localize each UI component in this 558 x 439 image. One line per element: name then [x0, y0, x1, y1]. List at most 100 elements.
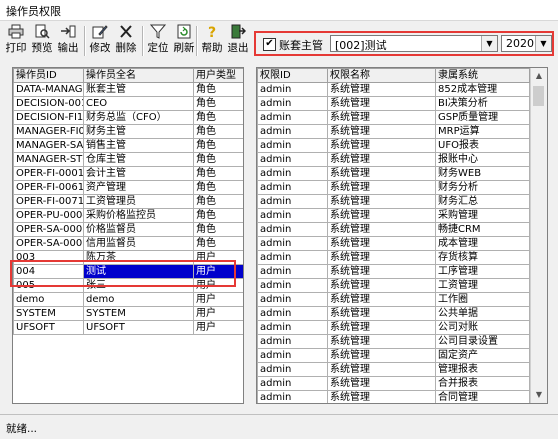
operator-grid[interactable]: 操作员ID 操作员全名 用户类型 DATA-MANAGER账套主管角色DECIS… [12, 67, 244, 404]
table-cell: 系统管理 [327, 306, 436, 321]
table-cell: admin [257, 138, 328, 153]
svg-text:?: ? [208, 25, 216, 39]
table-row[interactable]: OPER-SA-0002 价格监督员 角色 [13, 222, 243, 237]
print-button[interactable]: 打印 [3, 24, 29, 58]
table-cell: demo [83, 292, 194, 307]
scroll-up-icon[interactable]: ▲ [531, 68, 547, 84]
table-cell: admin [257, 124, 328, 139]
table-cell: 系统管理 [327, 152, 436, 167]
table-row[interactable]: MANAGER-ST01仓库主管角色 [13, 152, 243, 167]
table-row[interactable]: admin 系统管理 工作圈 [257, 292, 530, 307]
table-row[interactable]: DECISION-001 CEO 角色 [13, 96, 243, 111]
chevron-down-icon[interactable]: ▼ [481, 36, 497, 51]
table-cell: 公共单据 [435, 306, 530, 321]
year-combo[interactable]: 2020 ▼ [501, 35, 552, 52]
table-row[interactable]: OPER-FI-0001 会计主管 角色 [13, 166, 243, 181]
table-row[interactable]: admin 系统管理 工序管理 [257, 264, 530, 279]
locate-button[interactable]: 定位 [145, 24, 171, 58]
table-row[interactable]: MANAGER-FI01财务主管角色 [13, 124, 243, 139]
table-cell: 系统管理 [327, 376, 436, 391]
help-button[interactable]: ? 帮助 [199, 24, 225, 58]
table-row[interactable]: admin 系统管理 MRP运算 [257, 124, 530, 139]
table-row[interactable]: admin 系统管理 固定资产 [257, 348, 530, 363]
table-cell: 角色 [193, 208, 243, 223]
table-row[interactable]: admin 系统管理 成本管理 [257, 236, 530, 251]
table-cell: 用户 [193, 264, 243, 279]
table-cell: admin [257, 110, 328, 125]
table-row[interactable]: admin 系统管理 财务分析 [257, 180, 530, 195]
table-row[interactable]: OPER-SA-0003 信用监督员 角色 [13, 236, 243, 251]
table-cell: 系统管理 [327, 222, 436, 237]
table-row[interactable]: demo demo 用户 [13, 292, 243, 307]
table-row[interactable]: OPER-FI-0071 工资管理员 角色 [13, 194, 243, 209]
table-row[interactable]: admin 系统管理 管理报表 [257, 362, 530, 377]
table-row[interactable]: UFSOFT UFSOFT 用户 [13, 320, 243, 335]
table-row[interactable]: admin 系统管理 报账中心 [257, 152, 530, 167]
table-row[interactable]: admin 系统管理 公司对账 [257, 320, 530, 335]
chevron-down-icon[interactable]: ▼ [535, 36, 551, 51]
toolbar-separator [196, 26, 198, 56]
table-cell: SYSTEM [83, 306, 194, 321]
table-cell: 财务分析 [435, 180, 530, 195]
export-button[interactable]: 输出 [55, 24, 81, 58]
table-cell: 系统管理 [327, 166, 436, 181]
table-row[interactable]: admin 系统管理 公共单据 [257, 306, 530, 321]
table-cell: MANAGER-SA01 [13, 138, 84, 153]
refresh-icon [177, 24, 191, 39]
table-row[interactable]: admin 系统管理 合并报表 [257, 376, 530, 391]
table-row[interactable]: 003 陈万茶 用户 [13, 250, 243, 265]
table-row[interactable]: admin 系统管理 财务WEB [257, 166, 530, 181]
table-cell: admin [257, 362, 328, 377]
table-row[interactable]: admin 系统管理 工资管理 [257, 278, 530, 293]
account-combo[interactable]: [002]测试 ▼ [330, 35, 498, 52]
table-row[interactable]: DATA-MANAGER账套主管角色 [13, 82, 243, 97]
table-row[interactable]: admin 系统管理 畅捷CRM [257, 222, 530, 237]
table-row[interactable]: OPER-PU-0004 采购价格监控员 角色 [13, 208, 243, 223]
table-cell: MANAGER-ST01 [13, 152, 84, 167]
table-row[interactable]: admin 系统管理 财务汇总 [257, 194, 530, 209]
column-header[interactable]: 用户类型 [193, 68, 243, 83]
edit-button[interactable]: 修改 [87, 24, 113, 58]
preview-button[interactable]: 预览 [29, 24, 55, 58]
table-cell: UFSOFT [83, 320, 194, 335]
table-cell: 销售主管 [83, 138, 194, 153]
table-cell: 财务总监（CFO） [83, 110, 194, 125]
table-row[interactable]: admin 系统管理 公司目录设置 [257, 334, 530, 349]
table-cell: 报账中心 [435, 152, 530, 167]
table-cell: OPER-SA-0003 [13, 236, 84, 251]
table-row[interactable]: MANAGER-SA01销售主管角色 [13, 138, 243, 153]
delete-button[interactable]: 删除 [113, 24, 139, 58]
column-header[interactable]: 权限ID [257, 68, 328, 83]
column-header[interactable]: 隶属系统 [435, 68, 530, 83]
table-row[interactable]: 005 张三 用户 [13, 278, 243, 293]
table-row[interactable]: DECISION-FI1 财务总监（CFO） 角色 [13, 110, 243, 125]
table-row[interactable]: admin 系统管理 BI决策分析 [257, 96, 530, 111]
scroll-down-icon[interactable]: ▼ [531, 387, 547, 403]
table-row[interactable]: admin 系统管理 GSP质量管理 [257, 110, 530, 125]
table-row[interactable]: admin 系统管理 采购管理 [257, 208, 530, 223]
column-header[interactable]: 权限名称 [327, 68, 436, 83]
window-title: 操作员权限 [6, 5, 61, 18]
table-row[interactable]: admin 系统管理 合同管理 [257, 390, 530, 403]
refresh-button[interactable]: 刷新 [171, 24, 197, 58]
table-row[interactable]: admin 系统管理 852成本管理 [257, 82, 530, 97]
table-cell: 角色 [193, 222, 243, 237]
table-cell: 系统管理 [327, 124, 436, 139]
table-row[interactable]: 004 测试 用户 [13, 264, 243, 279]
table-row[interactable]: SYSTEM SYSTEM 用户 [13, 306, 243, 321]
permission-grid[interactable]: 权限ID 权限名称 隶属系统 admin 系统管理 852成本管理 admin 系统管理… [256, 67, 548, 404]
table-cell: admin [257, 320, 328, 335]
table-row[interactable]: OPER-FI-0061 资产管理 角色 [13, 180, 243, 195]
table-cell: 测试 [83, 264, 194, 279]
vertical-scrollbar[interactable]: ▲ ▼ [530, 68, 547, 403]
filter-icon [150, 24, 166, 39]
column-header[interactable]: 操作员ID [13, 68, 84, 83]
account-manager-checkbox[interactable]: ✔ [263, 38, 276, 51]
column-header[interactable]: 操作员全名 [83, 68, 194, 83]
table-cell: 角色 [193, 152, 243, 167]
scroll-thumb[interactable] [533, 86, 544, 106]
table-row[interactable]: admin 系统管理 UFO报表 [257, 138, 530, 153]
exit-button[interactable]: 退出 [225, 24, 251, 58]
table-cell: 系统管理 [327, 250, 436, 265]
table-row[interactable]: admin 系统管理 存货核算 [257, 250, 530, 265]
